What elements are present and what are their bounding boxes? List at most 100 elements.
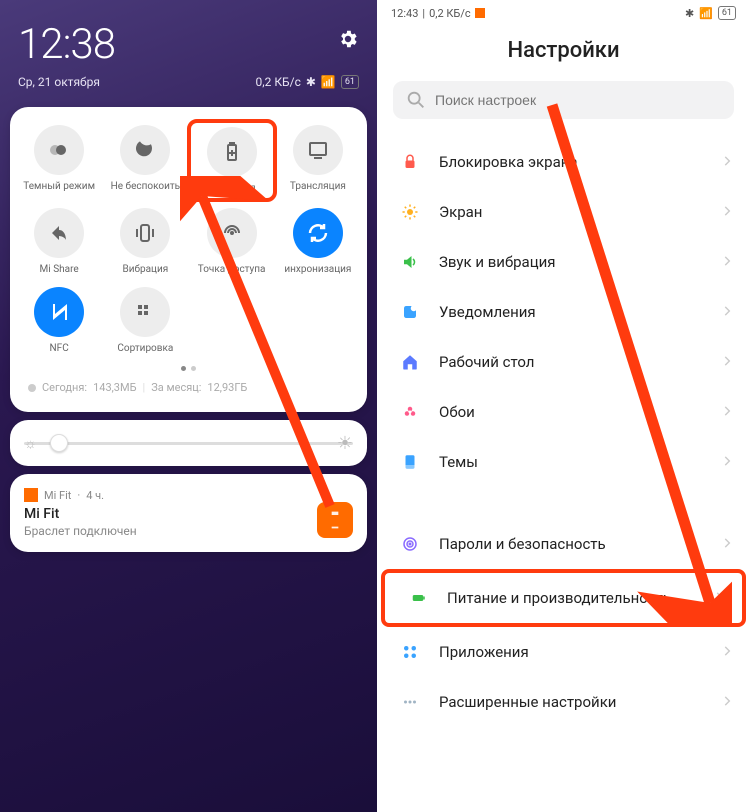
settings-icon[interactable] (337, 28, 359, 50)
chevron-right-icon (720, 303, 734, 322)
vibrate-toggle[interactable]: Вибрация (102, 204, 188, 279)
sort-toggle[interactable]: Сортировка (102, 283, 188, 358)
settings-item-label: Пароли и безопасность (439, 535, 702, 553)
data-usage-row[interactable]: Сегодня: 143,3МБ | За месяц: 12,93ГБ (16, 375, 361, 404)
dnd-icon (120, 125, 170, 175)
settings-item-label: Уведомления (439, 303, 702, 321)
qs-label: Точка доступа (198, 264, 266, 275)
display-item[interactable]: Экран (377, 187, 750, 237)
vibrate-icon (120, 208, 170, 258)
mi-fit-badge-icon (24, 488, 38, 502)
settings-item-label: Приложения (439, 643, 702, 661)
notif-age: 4 ч. (86, 489, 104, 502)
chevron-right-icon (720, 153, 734, 172)
home-icon (399, 351, 421, 373)
date-label: Ср, 21 октября (18, 75, 100, 89)
page-title: Настройки (377, 26, 750, 81)
search-field[interactable] (393, 81, 734, 119)
notification-card[interactable]: Mi Fit · 4 ч. Mi Fit Браслет подключен (10, 474, 367, 552)
status-bar: 12:38 (0, 0, 377, 73)
settings-item-label: Питание и производительность (447, 589, 694, 607)
dark-mode-toggle[interactable]: Темный режим (16, 121, 102, 200)
status-net: 0,2 КБ/с (429, 7, 471, 20)
more-icon (399, 691, 421, 713)
settings-item-label: Рабочий стол (439, 353, 702, 371)
nfc-toggle[interactable]: NFC (16, 283, 102, 358)
notifications-item[interactable]: Уведомления (377, 287, 750, 337)
cast-icon (293, 125, 343, 175)
battery-indicator: 61 (341, 75, 359, 89)
chevron-right-icon (720, 353, 734, 372)
brightness-high-icon: ☀ (337, 433, 353, 454)
search-input[interactable] (435, 92, 722, 108)
sort-icon (120, 287, 170, 337)
qs-label: Темный режим (23, 181, 95, 192)
search-icon (405, 89, 427, 111)
qs-label: Не беспокоить (111, 181, 180, 192)
themes-item[interactable]: Темы (377, 437, 750, 487)
bluetooth-icon: ✱ (306, 75, 316, 89)
net-speed: 0,2 КБ/с (256, 75, 301, 89)
chevron-right-icon (720, 203, 734, 222)
brightness-low-icon: ☼ (24, 435, 37, 452)
dark-mode-icon (34, 125, 84, 175)
chevron-right-icon (720, 453, 734, 472)
chevron-right-icon (720, 535, 734, 554)
qs-label: Сортировка (117, 343, 173, 354)
chevron-right-icon (720, 253, 734, 272)
volume-icon (399, 251, 421, 273)
sync-icon (293, 208, 343, 258)
status-time: 12:43 (391, 7, 418, 20)
battery-saver-toggle[interactable]: Экономия (187, 119, 277, 202)
hotspot-toggle[interactable]: Точка доступа (189, 204, 275, 279)
settings-item-label: Звук и вибрация (439, 253, 702, 271)
chevron-right-icon (720, 643, 734, 662)
quick-settings-panel: Темный режим Не беспокоить Экономия Трансля… (10, 107, 367, 412)
security-item[interactable]: Пароли и безопасность (377, 519, 750, 569)
qs-label: инхронизация (284, 264, 351, 275)
notif-body: Браслет подключен (24, 524, 137, 538)
sound-item[interactable]: Звук и вибрация (377, 237, 750, 287)
cast-toggle[interactable]: Трансляция (275, 121, 361, 200)
brightness-slider[interactable]: ☼ ☀ (10, 420, 367, 466)
advanced-item[interactable]: Расширенные настройки (377, 677, 750, 727)
status-app-icon (475, 8, 485, 18)
status-bar: 12:43 | 0,2 КБ/с ✱ 📶 61 (377, 0, 750, 26)
sync-toggle[interactable]: инхронизация (275, 204, 361, 279)
theme-icon (399, 451, 421, 473)
chevron-right-icon (720, 693, 734, 712)
brightness-thumb[interactable] (50, 434, 68, 452)
qs-label: Экономия (208, 183, 256, 194)
settings-item-label: Темы (439, 453, 702, 471)
qs-label: NFC (50, 343, 69, 354)
qs-label: Вибрация (123, 264, 169, 275)
status-sub-row: Ср, 21 октября 0,2 КБ/с ✱ 📶 61 (0, 73, 377, 99)
settings-item-label: Обои (439, 403, 702, 421)
dnd-toggle[interactable]: Не беспокоить (102, 121, 188, 200)
sun-icon (399, 201, 421, 223)
settings-screenshot: 12:43 | 0,2 КБ/с ✱ 📶 61 Настройки Блокир… (377, 0, 750, 812)
mi-share-toggle[interactable]: Mi Share (16, 204, 102, 279)
share-icon (34, 208, 84, 258)
lock-screen-item[interactable]: Блокировка экрана (377, 137, 750, 187)
signal-icon: 📶 (699, 7, 713, 20)
fingerprint-icon (399, 533, 421, 555)
home-screen-item[interactable]: Рабочий стол (377, 337, 750, 387)
qs-label: Mi Share (40, 264, 79, 275)
settings-item-label: Блокировка экрана (439, 153, 702, 171)
notif-icon (399, 301, 421, 323)
nfc-icon (34, 287, 84, 337)
battery-indicator: 61 (718, 6, 736, 20)
settings-item-label: Экран (439, 203, 702, 221)
chevron-right-icon (712, 589, 726, 608)
battery-saver-icon (207, 127, 257, 177)
settings-item-label: Расширенные настройки (439, 693, 702, 711)
lock-icon (399, 151, 421, 173)
wallpaper-item[interactable]: Обои (377, 387, 750, 437)
usage-dot-icon (28, 384, 36, 392)
apps-item[interactable]: Приложения (377, 627, 750, 677)
quick-settings-screenshot: 12:38 Ср, 21 октября 0,2 КБ/с ✱ 📶 61 Тем… (0, 0, 377, 812)
battery-perf-item[interactable]: Питание и производительность (381, 569, 746, 627)
notif-app-name: Mi Fit (44, 489, 71, 502)
mi-fit-app-icon (317, 502, 353, 538)
